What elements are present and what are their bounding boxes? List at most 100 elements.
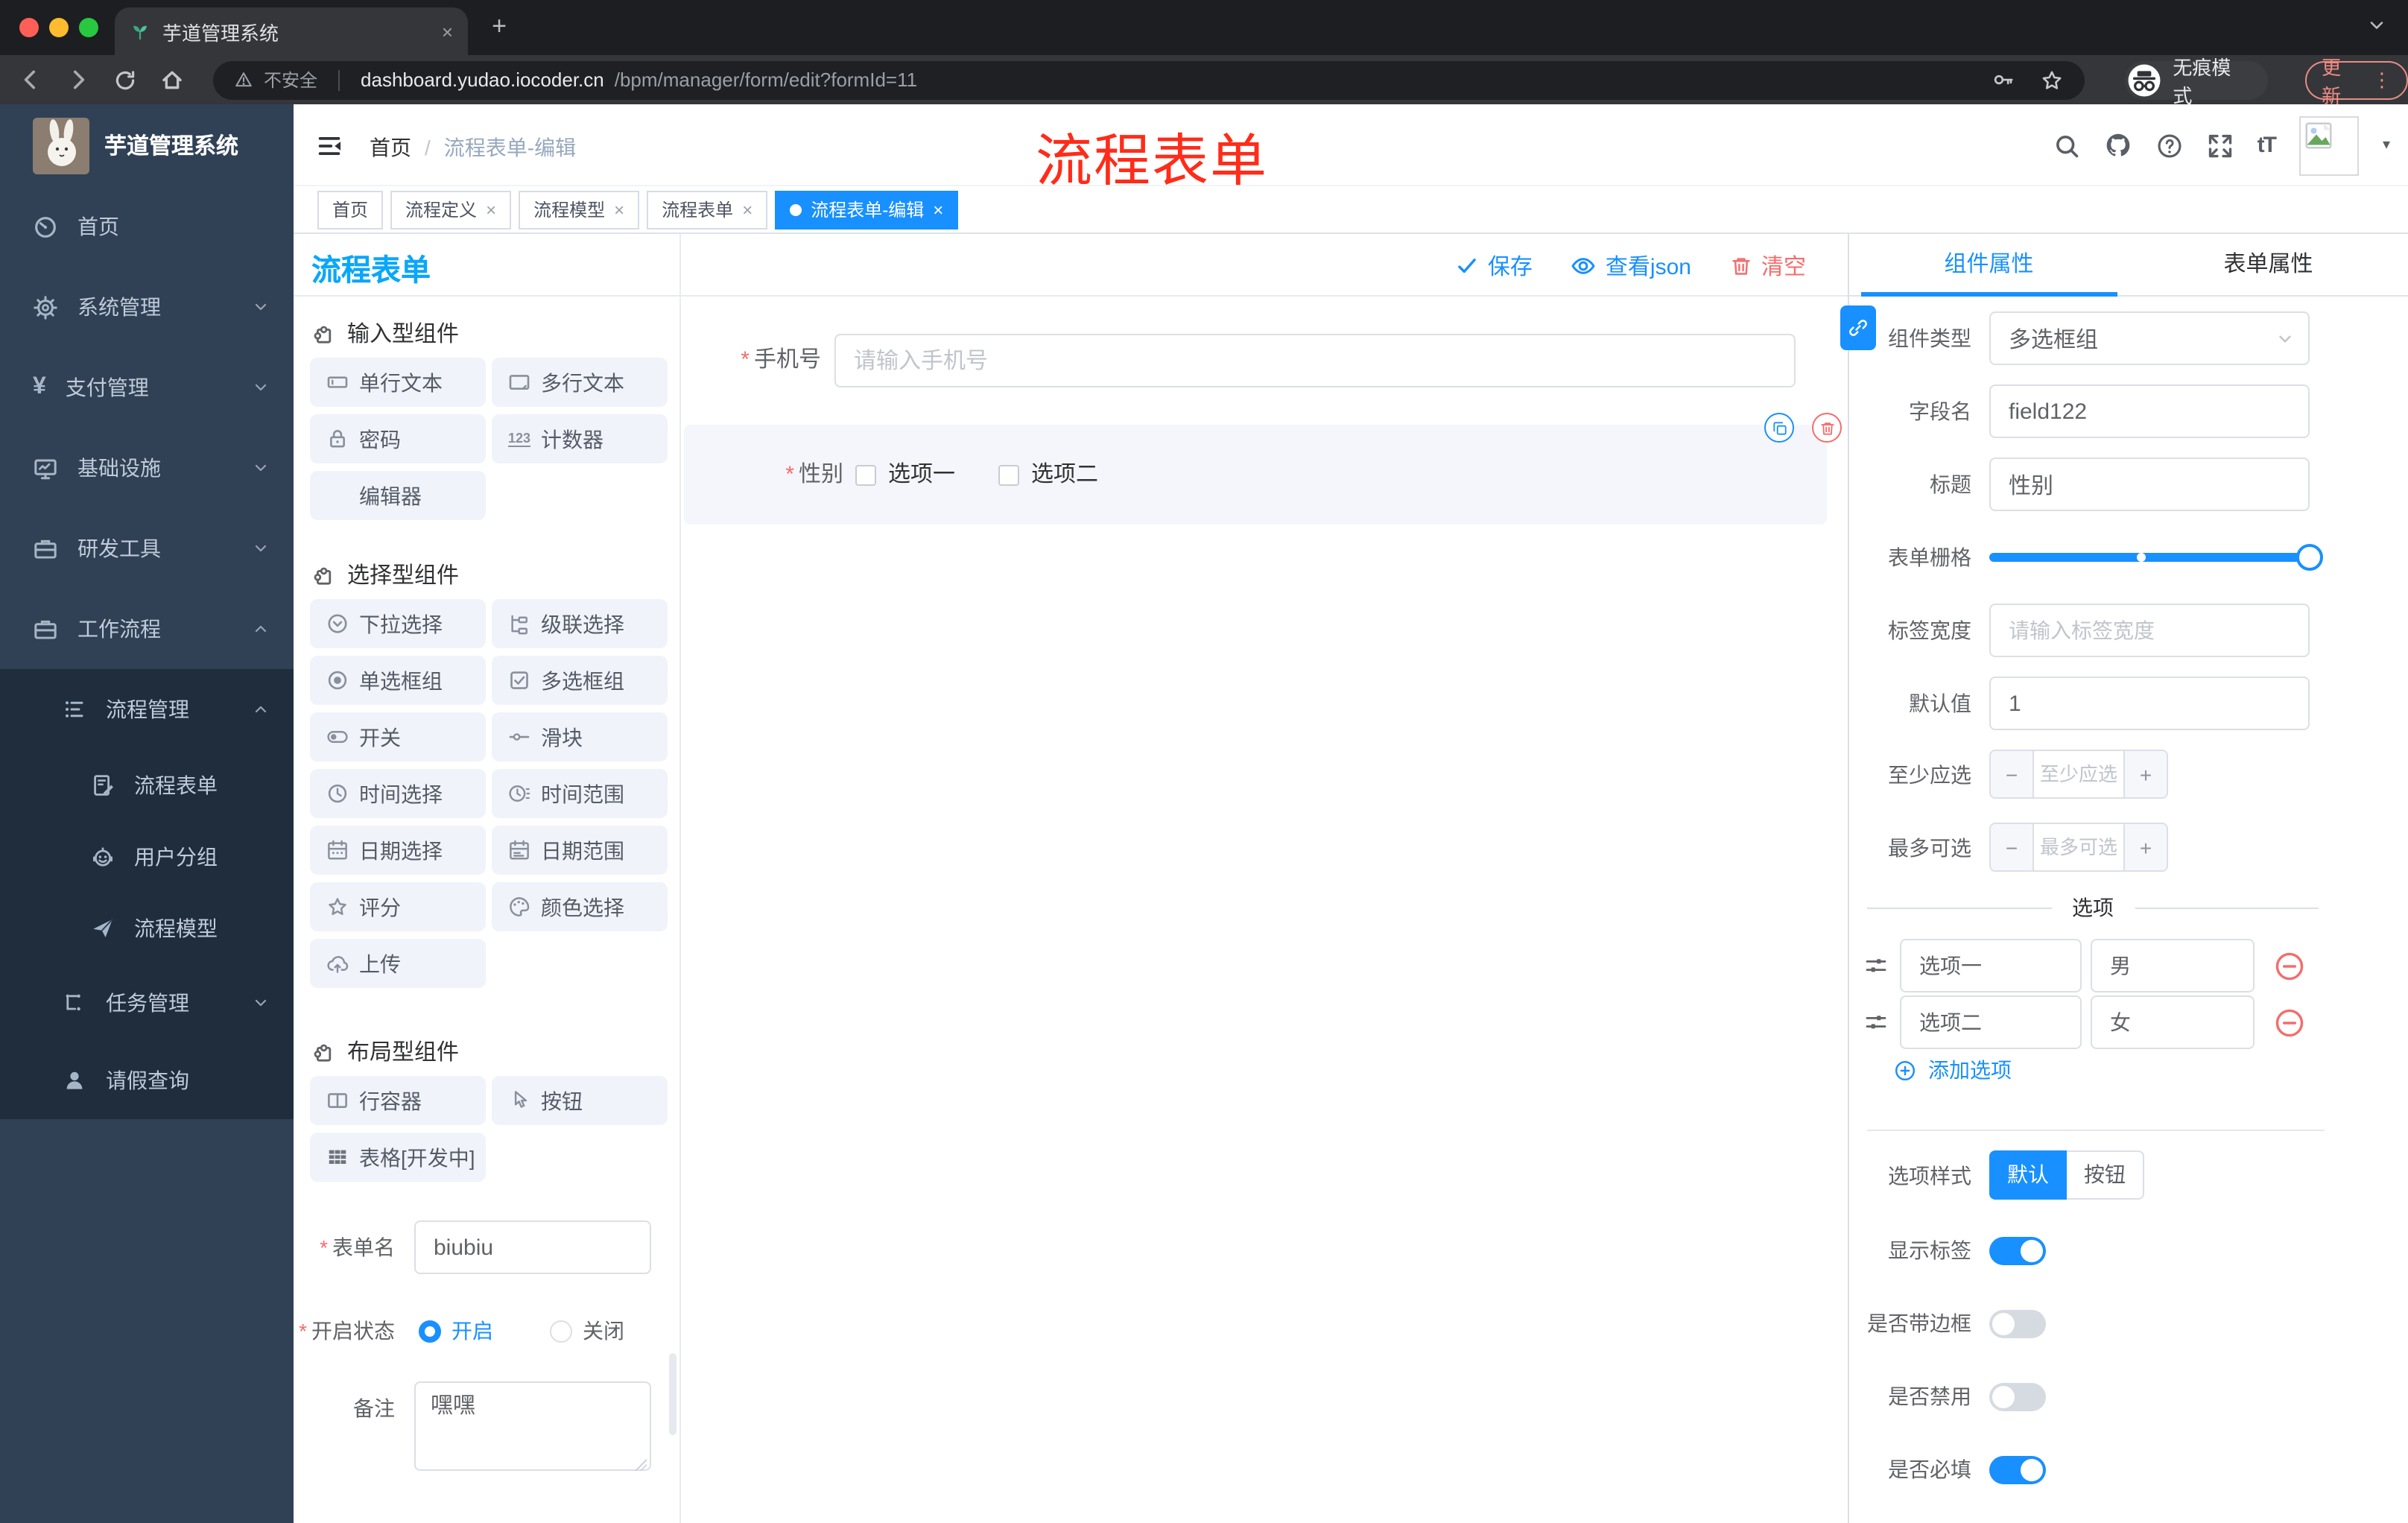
back-icon[interactable] [18, 67, 43, 92]
palette-item-table[interactable]: 表格[开发中] [310, 1133, 486, 1182]
avatar[interactable] [2298, 115, 2359, 175]
add-option-button[interactable]: 添加选项 [1894, 1055, 2012, 1085]
new-tab-button[interactable]: + [483, 12, 516, 42]
home-icon[interactable] [159, 67, 185, 92]
tab-component-props[interactable]: 组件属性 [1849, 234, 2129, 295]
palette-item-time-range[interactable]: 时间范围 [492, 769, 668, 818]
palette-item-slider[interactable]: 滑块 [492, 712, 668, 762]
min-select-input[interactable] [2032, 751, 2125, 797]
status-on-radio[interactable] [419, 1320, 441, 1342]
palette-item-color[interactable]: 颜色选择 [492, 882, 668, 931]
drag-handle-icon[interactable] [1864, 954, 1888, 978]
avatar-caret-icon[interactable]: ▾ [2383, 137, 2390, 153]
tag-process-form[interactable]: 流程表单 × [647, 190, 768, 229]
option2-label-input[interactable] [1900, 995, 2082, 1049]
palette-item-cascader[interactable]: 级联选择 [492, 599, 668, 648]
palette-item-editor[interactable]: 编辑器 [310, 471, 486, 520]
sidebar-item-infra[interactable]: 基础设施 [0, 428, 294, 508]
duplicate-component-button[interactable] [1764, 413, 1794, 443]
window-zoom-button[interactable] [79, 18, 98, 37]
github-icon[interactable] [2104, 131, 2132, 159]
window-close-button[interactable] [19, 18, 39, 37]
sidebar-item-user-group[interactable]: 用户分组 [0, 821, 294, 893]
remove-option-icon[interactable] [2274, 1007, 2305, 1038]
close-icon[interactable]: × [614, 200, 624, 218]
sidebar-fold-icon[interactable] [316, 133, 343, 159]
palette-item-select[interactable]: 下拉选择 [310, 599, 486, 648]
sidebar-item-workflow[interactable]: 工作流程 [0, 589, 294, 669]
tag-process-model[interactable]: 流程模型 × [519, 190, 640, 229]
border-toggle[interactable] [1989, 1309, 2046, 1337]
gender-option1-checkbox[interactable] [855, 465, 876, 486]
field-name-input[interactable] [1989, 384, 2310, 438]
sidebar-item-task-mgmt[interactable]: 任务管理 [0, 964, 294, 1042]
security-label[interactable]: 不安全 [264, 67, 317, 92]
tab-close-icon[interactable]: × [442, 20, 453, 42]
palette-item-date-range[interactable]: 日期范围 [492, 826, 668, 875]
palette-item-rate[interactable]: 评分 [310, 882, 486, 931]
sidebar-item-process-form[interactable]: 流程表单 [0, 750, 294, 821]
tab-search-chevron-icon[interactable] [2366, 15, 2387, 36]
palette-item-row-container[interactable]: 行容器 [310, 1076, 486, 1125]
fullscreen-icon[interactable] [2207, 132, 2234, 159]
breadcrumb-home[interactable]: 首页 [370, 133, 411, 162]
window-minimize-button[interactable] [49, 18, 69, 37]
status-off-radio[interactable] [550, 1320, 572, 1342]
chrome-update-button[interactable]: 更新 ⋮ [2305, 56, 2408, 107]
label-width-input[interactable] [1989, 604, 2310, 657]
default-value-input[interactable] [1989, 677, 2310, 730]
tag-home[interactable]: 首页 [317, 190, 384, 229]
tag-process-form-edit[interactable]: 流程表单-编辑 × [775, 190, 959, 229]
title-input[interactable] [1989, 457, 2310, 511]
palette-item-counter[interactable]: 123 计数器 [492, 414, 668, 463]
tag-process-definition[interactable]: 流程定义 × [390, 190, 512, 229]
drag-handle-icon[interactable] [1864, 1010, 1888, 1034]
palette-item-multi-text[interactable]: 多行文本 [492, 358, 668, 407]
option2-value-input[interactable] [2091, 995, 2255, 1049]
palette-item-password[interactable]: 密码 [310, 414, 486, 463]
style-default-button[interactable]: 默认 [1989, 1150, 2067, 1200]
sidebar-item-leave-query[interactable]: 请假查询 [0, 1042, 294, 1119]
required-toggle[interactable] [1989, 1455, 2046, 1484]
delete-component-button[interactable] [1812, 413, 1842, 443]
sidebar-item-home[interactable]: 首页 [0, 186, 294, 267]
minus-button[interactable]: − [1991, 751, 2032, 797]
font-size-icon[interactable]: tT [2258, 133, 2277, 158]
clear-button[interactable]: 清空 [1730, 250, 1806, 281]
form-remark-textarea[interactable]: 嘿嘿 [414, 1381, 651, 1471]
address-bar[interactable]: 不安全 dashboard.yudao.iocoder.cn/bpm/manag… [213, 60, 2085, 99]
disabled-toggle[interactable] [1989, 1382, 2046, 1410]
plus-button[interactable]: + [2125, 751, 2167, 797]
sidebar-item-system[interactable]: 系统管理 [0, 267, 294, 347]
palette-item-date[interactable]: 日期选择 [310, 826, 486, 875]
close-icon[interactable]: × [486, 200, 496, 218]
palette-item-checkbox-group[interactable]: 多选框组 [492, 656, 668, 705]
app-logo[interactable]: 芋道管理系统 [0, 104, 294, 186]
status-on-label[interactable]: 开启 [452, 1316, 493, 1346]
reload-icon[interactable] [113, 68, 137, 92]
browser-tab[interactable]: 芋道管理系统 × [115, 7, 468, 55]
gender-option2-checkbox[interactable] [998, 465, 1019, 486]
form-grid-slider[interactable] [1989, 544, 2323, 571]
sidebar-item-payment[interactable]: ¥ 支付管理 [0, 347, 294, 428]
form-canvas[interactable]: *手机号 *性别 选项一 选项二 [679, 297, 1848, 1523]
palette-item-single-text[interactable]: 单行文本 [310, 358, 486, 407]
status-off-label[interactable]: 关闭 [583, 1316, 624, 1346]
palette-item-time[interactable]: 时间选择 [310, 769, 486, 818]
sidebar-item-process-model[interactable]: 流程模型 [0, 893, 294, 964]
gender-option2-label[interactable]: 选项二 [1031, 460, 1098, 490]
slider-handle[interactable] [2296, 544, 2323, 571]
palette-item-switch[interactable]: 开关 [310, 712, 486, 762]
save-button[interactable]: 保存 [1457, 250, 1533, 281]
option1-value-input[interactable] [2091, 939, 2255, 992]
browser-menu-icon[interactable]: ⋮ [2372, 68, 2392, 92]
search-icon[interactable] [2053, 132, 2080, 159]
view-json-button[interactable]: 查看json [1571, 250, 1691, 281]
sidebar-item-devtools[interactable]: 研发工具 [0, 508, 294, 589]
forward-icon[interactable] [66, 67, 91, 92]
palette-item-button[interactable]: 按钮 [492, 1076, 668, 1125]
option1-label-input[interactable] [1900, 939, 2082, 992]
max-select-input[interactable] [2032, 824, 2125, 870]
show-label-toggle[interactable] [1989, 1236, 2046, 1264]
bookmark-star-icon[interactable] [2040, 68, 2064, 92]
